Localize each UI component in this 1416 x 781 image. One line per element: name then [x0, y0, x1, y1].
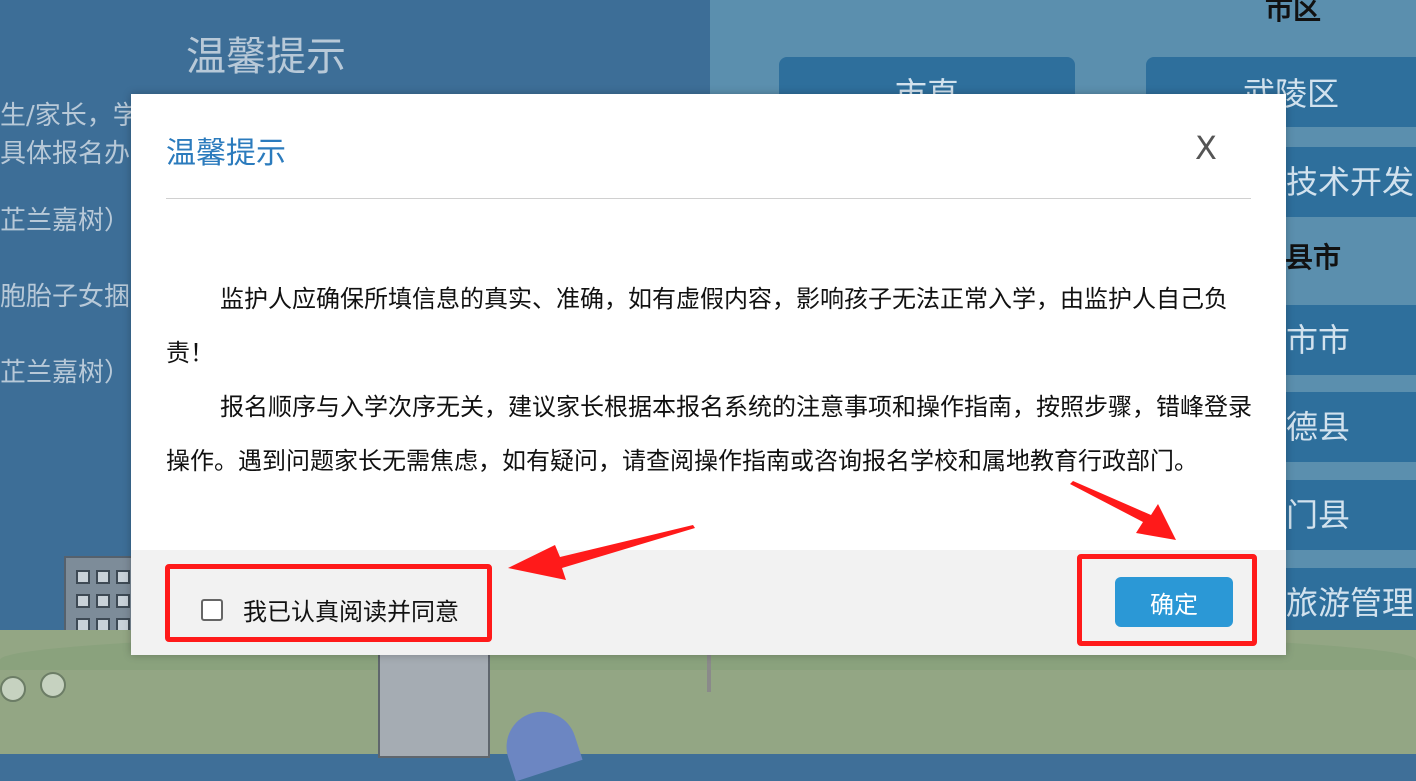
annotation-arrows: [508, 481, 1176, 580]
arrow-down-right-icon: [1070, 481, 1176, 540]
arrow-left-icon: [508, 525, 695, 580]
